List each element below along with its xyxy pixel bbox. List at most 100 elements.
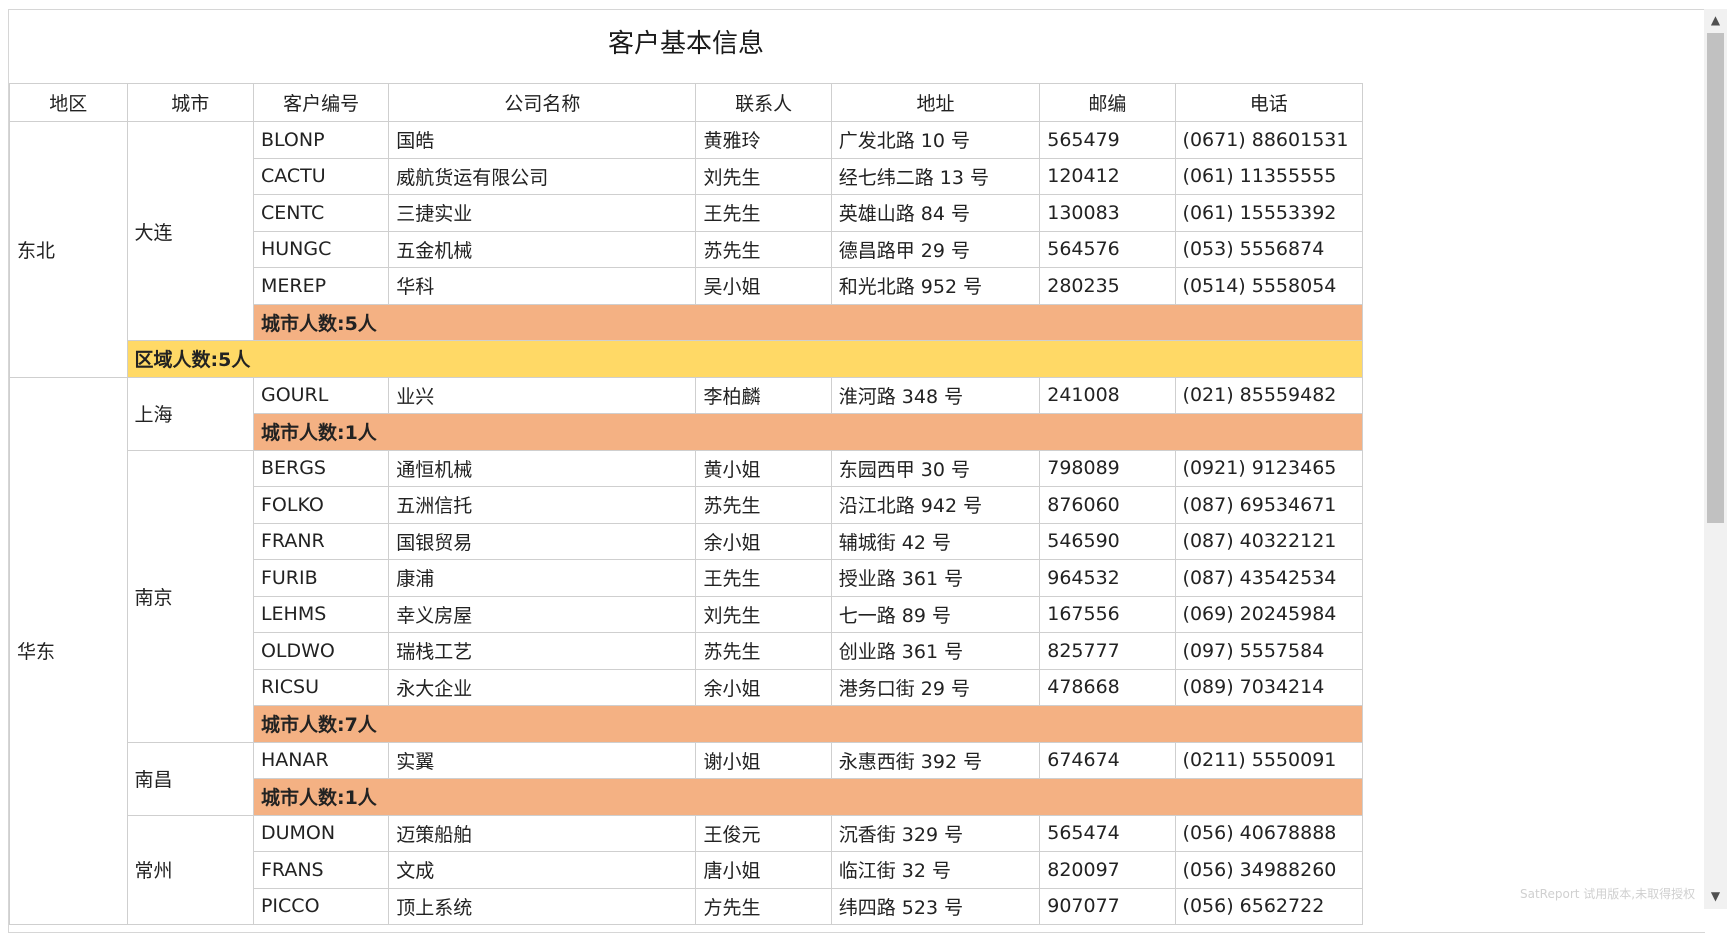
company-name-cell: 华科 xyxy=(388,267,697,305)
phone-cell: (061) 11355555 xyxy=(1174,157,1364,195)
contact-cell: 苏先生 xyxy=(695,486,832,524)
address-cell: 广发北路 10 号 xyxy=(830,121,1041,159)
phone-cell: (087) 40322121 xyxy=(1174,522,1364,560)
address-cell: 东园西甲 30 号 xyxy=(830,449,1041,487)
phone-cell: (069) 20245984 xyxy=(1174,595,1364,633)
postcode-cell: 820097 xyxy=(1039,851,1176,889)
address-cell: 纬四路 523 号 xyxy=(830,887,1041,925)
city-summary-cell: 城市人数:5人 xyxy=(252,303,1364,341)
header-contact: 联系人 xyxy=(695,83,832,122)
scroll-up-arrow-icon[interactable]: ▲ xyxy=(1704,9,1727,31)
address-cell: 经七纬二路 13 号 xyxy=(830,157,1041,195)
address-cell: 德昌路甲 29 号 xyxy=(830,230,1041,268)
phone-cell: (056) 6562722 xyxy=(1174,887,1364,925)
company-name-cell: 永大企业 xyxy=(388,668,697,706)
report-title: 客户基本信息 xyxy=(607,29,764,59)
contact-cell: 方先生 xyxy=(695,887,832,925)
address-cell: 永惠西街 392 号 xyxy=(830,741,1041,779)
postcode-cell: 798089 xyxy=(1039,449,1176,487)
postcode-cell: 564576 xyxy=(1039,230,1176,268)
header-address: 地址 xyxy=(830,83,1041,122)
table-row: 南京 BERGS 通恒机械 黄小姐 东园西甲 30 号 798089 (0921) 9123… xyxy=(10,449,1364,743)
contact-cell: 余小姐 xyxy=(695,522,832,560)
address-cell: 授业路 361 号 xyxy=(830,559,1041,597)
company-name-cell: 实翼 xyxy=(388,741,697,779)
phone-cell: (0514) 5558054 xyxy=(1174,267,1364,305)
city-cell: 大连 xyxy=(126,121,254,341)
postcode-cell: 565479 xyxy=(1039,121,1176,159)
customer-id-cell: DUMON xyxy=(252,814,390,852)
city-summary-cell: 城市人数:1人 xyxy=(252,413,1364,451)
company-name-cell: 瑞栈工艺 xyxy=(388,632,697,670)
company-name-cell: 五金机械 xyxy=(388,230,697,268)
address-cell: 临江街 32 号 xyxy=(830,851,1041,889)
customer-table: 地区 城市 客户编号 公司名称 联系人 地址 邮编 电话 东北 大连 BLONP 国皓 黄雅玲 广发北路 … xyxy=(9,83,1364,925)
customer-id-cell: MEREP xyxy=(252,267,390,305)
postcode-cell: 167556 xyxy=(1039,595,1176,633)
contact-cell: 苏先生 xyxy=(695,632,832,670)
header-city: 城市 xyxy=(126,83,254,122)
customer-id-cell: CENTC xyxy=(252,194,390,232)
company-name-cell: 三捷实业 xyxy=(388,194,697,232)
city-cell: 上海 xyxy=(126,376,254,451)
phone-cell: (0211) 5550091 xyxy=(1174,741,1364,779)
customer-id-cell: LEHMS xyxy=(252,595,390,633)
city-summary-cell: 城市人数:7人 xyxy=(252,705,1364,743)
company-name-cell: 迈策船舶 xyxy=(388,814,697,852)
address-cell: 辅城街 42 号 xyxy=(830,522,1041,560)
report-viewer: 客户基本信息 地区 城市 客户编号 公司名称 联系人 地址 邮编 电话 东北 大连 BLONP 国皓黄… xyxy=(8,9,1705,933)
contact-cell: 唐小姐 xyxy=(695,851,832,889)
address-cell: 沿江北路 942 号 xyxy=(830,486,1041,524)
company-name-cell: 顶上系统 xyxy=(388,887,697,925)
header-region: 地区 xyxy=(9,83,128,122)
company-name-cell: 幸义房屋 xyxy=(388,595,697,633)
customer-id-cell: HANAR xyxy=(252,741,390,779)
customer-id-cell: HUNGC xyxy=(252,230,390,268)
postcode-cell: 964532 xyxy=(1039,559,1176,597)
region-cell: 华东 xyxy=(9,376,128,925)
address-cell: 淮河路 348 号 xyxy=(830,376,1041,414)
postcode-cell: 280235 xyxy=(1039,267,1176,305)
contact-cell: 谢小姐 xyxy=(695,741,832,779)
vertical-scrollbar[interactable]: ▲ ▼ xyxy=(1704,9,1727,909)
address-cell: 创业路 361 号 xyxy=(830,632,1041,670)
scroll-down-arrow-icon[interactable]: ▼ xyxy=(1704,885,1727,907)
contact-cell: 刘先生 xyxy=(695,595,832,633)
postcode-cell: 478668 xyxy=(1039,668,1176,706)
header-customer-id: 客户编号 xyxy=(252,83,390,122)
contact-cell: 余小姐 xyxy=(695,668,832,706)
postcode-cell: 825777 xyxy=(1039,632,1176,670)
address-cell: 沉香街 329 号 xyxy=(830,814,1041,852)
phone-cell: (056) 40678888 xyxy=(1174,814,1364,852)
customer-id-cell: RICSU xyxy=(252,668,390,706)
phone-cell: (097) 5557584 xyxy=(1174,632,1364,670)
phone-cell: (089) 7034214 xyxy=(1174,668,1364,706)
postcode-cell: 876060 xyxy=(1039,486,1176,524)
postcode-cell: 907077 xyxy=(1039,887,1176,925)
customer-id-cell: BLONP xyxy=(252,121,390,159)
table-header-row: 地区 城市 客户编号 公司名称 联系人 地址 邮编 电话 xyxy=(9,83,1364,122)
company-name-cell: 文成 xyxy=(388,851,697,889)
postcode-cell: 130083 xyxy=(1039,194,1176,232)
address-cell: 和光北路 952 号 xyxy=(830,267,1041,305)
postcode-cell: 546590 xyxy=(1039,522,1176,560)
watermark: SatReport 试用版本,未取得授权 xyxy=(1520,887,1696,901)
scroll-thumb[interactable] xyxy=(1707,33,1724,523)
postcode-cell: 674674 xyxy=(1039,741,1176,779)
customer-id-cell: FRANR xyxy=(252,522,390,560)
city-cell: 常州 xyxy=(126,814,254,925)
region-summary-row: 区域人数:5人 xyxy=(10,340,1364,378)
company-name-cell: 业兴 xyxy=(388,376,697,414)
region-cell: 东北 xyxy=(9,121,128,378)
company-name-cell: 威航货运有限公司 xyxy=(388,157,697,195)
customer-id-cell: BERGS xyxy=(252,449,390,487)
table-row: 东北 大连 BLONP 国皓 黄雅玲 广发北路 10 号 565479 (0671) 8860… xyxy=(9,121,1364,378)
contact-cell: 苏先生 xyxy=(695,230,832,268)
region-summary-cell: 区域人数:5人 xyxy=(126,340,1364,378)
address-cell: 七一路 89 号 xyxy=(830,595,1041,633)
customer-id-cell: CACTU xyxy=(252,157,390,195)
company-name-cell: 通恒机械 xyxy=(388,449,697,487)
header-phone: 电话 xyxy=(1174,83,1364,122)
postcode-cell: 120412 xyxy=(1039,157,1176,195)
phone-cell: (0921) 9123465 xyxy=(1174,449,1364,487)
